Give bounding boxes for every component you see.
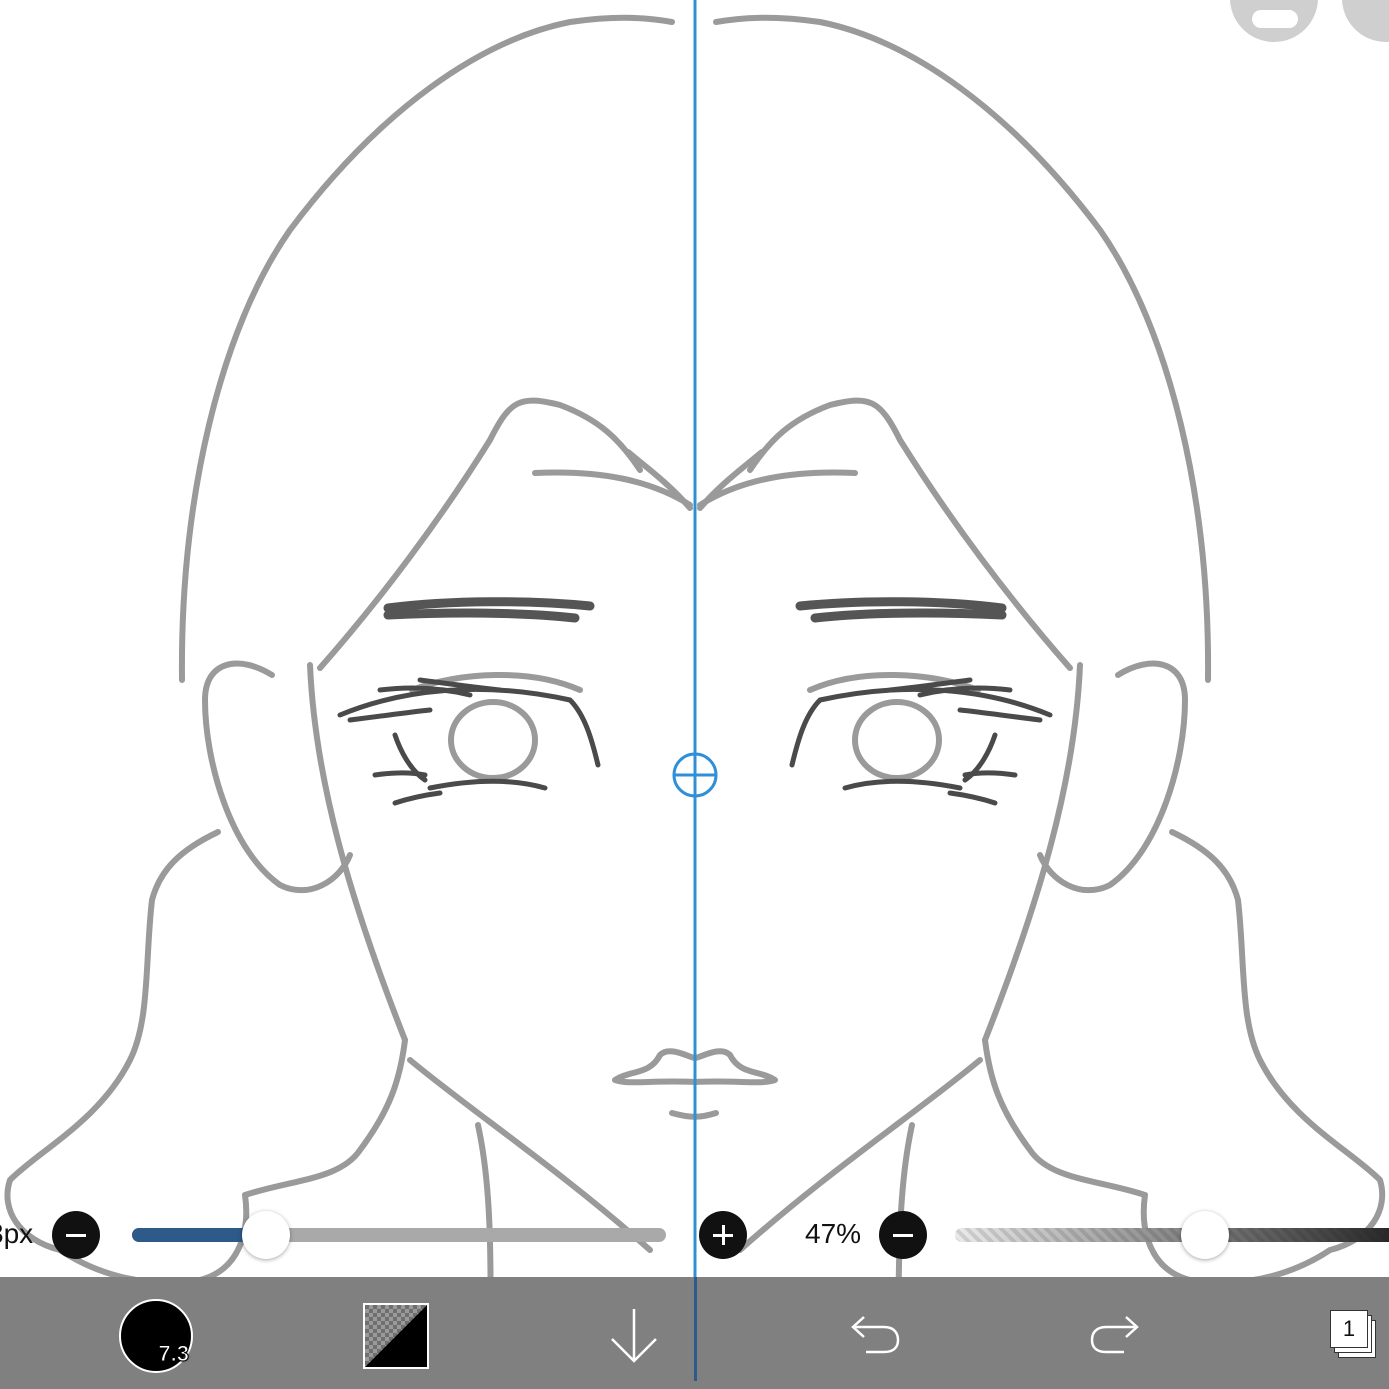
minus-icon: [66, 1233, 86, 1237]
layers-icon[interactable]: 1: [1330, 1310, 1376, 1358]
symmetry-guide-line-lower: [694, 1277, 697, 1381]
opacity-label: 47%: [805, 1218, 862, 1249]
minus-icon: [893, 1233, 913, 1237]
brush-size-minus-button[interactable]: [52, 1211, 100, 1259]
layer-count: 1: [1342, 1316, 1356, 1341]
brush-size-indicator: 7.3: [158, 1341, 190, 1367]
brush-size-plus-button[interactable]: [699, 1211, 747, 1259]
brush-size-slider-thumb[interactable]: [241, 1211, 290, 1259]
drawing-canvas[interactable]: [0, 0, 1389, 1389]
opacity-slider-thumb[interactable]: [1181, 1211, 1230, 1259]
brush-size-icon[interactable]: 7.3: [119, 1299, 193, 1373]
color-swatch-icon[interactable]: [363, 1303, 429, 1369]
opacity-minus-button[interactable]: [879, 1211, 927, 1259]
undo-icon[interactable]: [848, 1315, 902, 1355]
redo-icon[interactable]: [1088, 1315, 1142, 1355]
arrow-down-icon[interactable]: [608, 1307, 660, 1365]
opacity-slider-track[interactable]: [955, 1228, 1389, 1242]
brush-size-label: 3px: [0, 1218, 34, 1249]
